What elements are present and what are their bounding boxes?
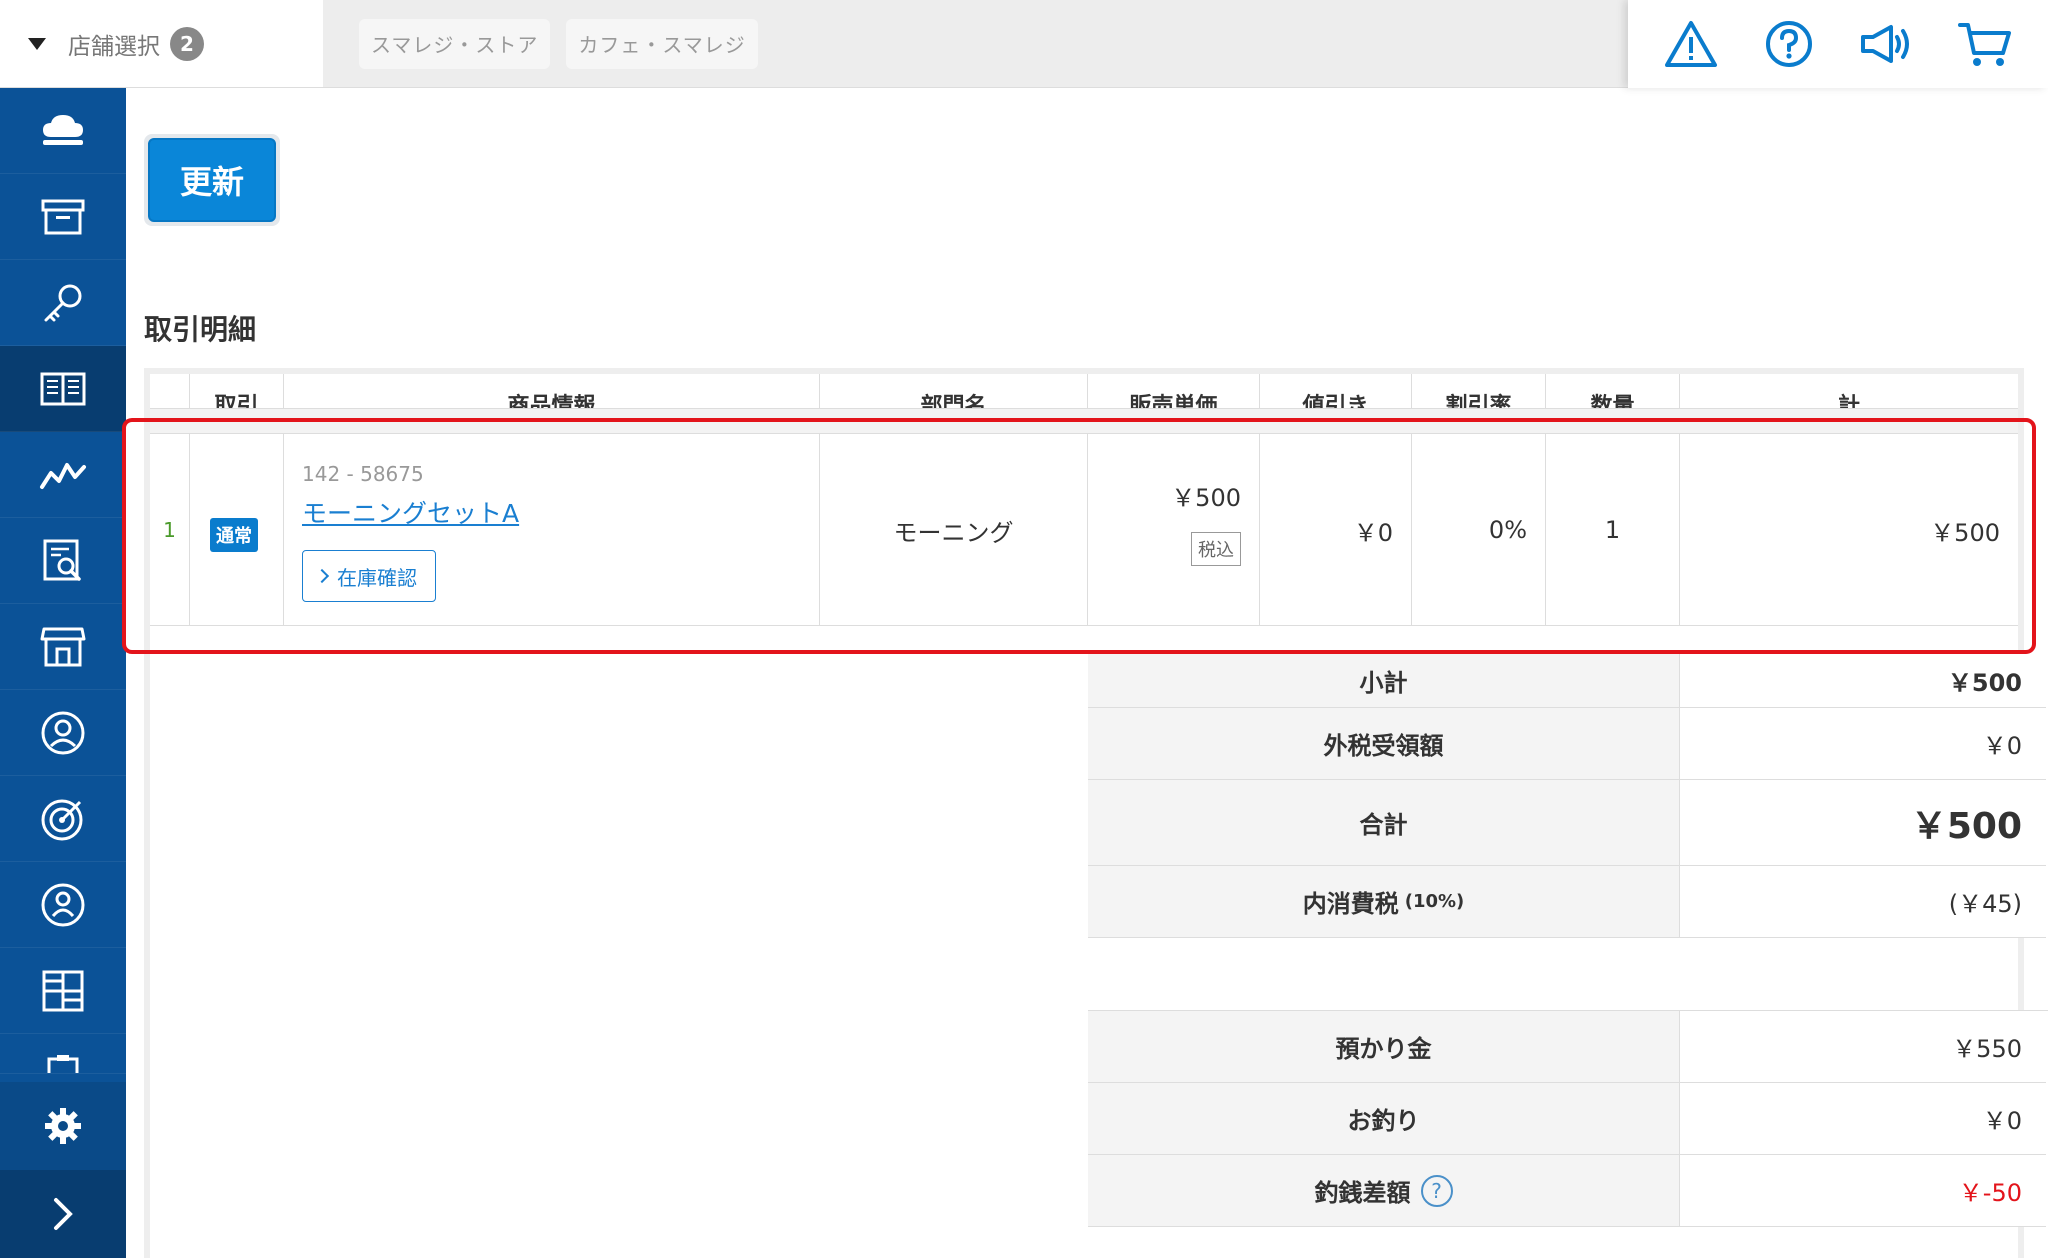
payment-table: 預かり金 ￥550 お釣り ￥0 釣銭差額 ? ￥-50 [1088,1010,2048,1227]
included-tax-rate: (10%) [1404,891,1465,912]
chevron-right-icon [54,1198,73,1230]
row-type-cell: 通常 [190,434,284,626]
store-icon[interactable] [0,604,126,690]
product-code: 142 - 58675 [302,462,424,486]
gear-icon [45,1108,81,1144]
included-tax-value: (￥45) [1680,866,2046,937]
archive-icon[interactable] [0,174,126,260]
store-select[interactable]: 店舗選択 2 [0,0,323,88]
store-tab-store[interactable]: スマレジ・ストア [359,18,551,69]
table-row: 1 通常 142 - 58675 モーニングセットA 在庫確認 モーニング ￥5… [150,434,2018,626]
summary-row-total: 合計 ￥500 [1088,780,2046,866]
report-search-icon[interactable] [0,518,126,604]
summary-row-external-tax: 外税受領額 ￥0 [1088,708,2046,780]
summary-row-subtotal: 小計 ￥500 [1088,654,2046,708]
row-number: 1 [150,434,190,626]
grid-icon[interactable] [0,948,126,1034]
help-icon[interactable] [1759,14,1819,74]
total-value: ￥500 [1680,780,2046,865]
help-icon[interactable]: ? [1420,1174,1453,1207]
refresh-button[interactable]: 更新 [148,138,276,222]
change-value: ￥0 [1680,1083,2046,1154]
payment-row-deposit: 預かり金 ￥550 [1088,1011,2046,1083]
col-department: 部門名 [820,374,1088,408]
tax-included-tag: 税込 [1191,532,1241,566]
col-quantity: 数量 [1546,374,1680,408]
change-diff-value: ￥-50 [1680,1155,2046,1226]
caret-down-icon [28,37,46,50]
cart-icon[interactable] [1955,14,2015,74]
summary-row-included-tax: 内消費税 (10%) (￥45) [1088,866,2046,938]
settings-button[interactable] [0,1082,126,1170]
clipboard-icon[interactable] [0,1034,126,1074]
user-circle-icon[interactable] [0,690,126,776]
store-count-badge: 2 [170,26,204,61]
change-diff-label-wrap: 釣銭差額 ? [1088,1155,1680,1226]
chevron-right-icon [314,568,330,584]
product-name-link[interactable]: モーニングセットA [302,494,519,530]
stock-check-button[interactable]: 在庫確認 [302,550,436,602]
deposit-label: 預かり金 [1088,1011,1680,1082]
warning-icon[interactable] [1661,14,1721,74]
key-icon[interactable] [0,260,126,346]
col-transaction: 取引 [190,374,284,408]
unit-price: ￥500 [1171,484,1241,512]
subtotal-label: 小計 [1088,654,1680,707]
payment-row-change: お釣り ￥0 [1088,1083,2046,1155]
chart-line-icon[interactable] [0,432,126,518]
expand-sidebar-button[interactable] [0,1170,126,1258]
col-total: 計 [1837,394,1860,408]
target-icon[interactable] [0,776,126,862]
change-label: お釣り [1088,1083,1680,1154]
store-select-label: 店舗選択 [68,33,160,60]
transaction-type-badge: 通常 [210,518,258,552]
top-bar: 店舗選択 2 スマレジ・ストア カフェ・スマレジ [0,0,2048,88]
row-total: ￥500 [1930,518,2000,547]
sidebar [0,88,126,1258]
store-tabs: スマレジ・ストア カフェ・スマレジ [323,0,1628,88]
cloud-icon[interactable] [0,88,126,174]
stock-check-label: 在庫確認 [337,565,417,590]
row-discount-rate: 0% [1412,434,1546,626]
row-discount: ￥0 [1260,434,1412,626]
col-product: 商品情報 [284,374,820,408]
col-discount-rate: 割引率 [1412,374,1546,408]
col-number [150,374,190,408]
external-tax-label: 外税受領額 [1088,708,1680,779]
change-diff-label: 釣銭差額 [1314,1179,1411,1207]
row-quantity: 1 [1546,434,1680,626]
refresh-button-wrap: 更新 [144,134,280,226]
col-unit-price: 販売単価 [1088,374,1260,408]
section-title: 取引明細 [144,313,257,346]
row-price-cell: ￥500 税込 [1088,434,1260,626]
book-icon[interactable] [0,346,126,432]
included-tax-label-wrap: 内消費税 (10%) [1088,866,1680,937]
row-department: モーニング [820,434,1088,626]
megaphone-icon[interactable] [1857,14,1917,74]
deposit-value: ￥550 [1680,1011,2046,1082]
row-product-cell: 142 - 58675 モーニングセットA 在庫確認 [284,434,820,626]
col-discount: 値引き [1260,374,1412,408]
table-spacer-row [150,408,2018,434]
payment-row-change-diff: 釣銭差額 ? ￥-50 [1088,1155,2046,1227]
table-header: 取引 商品情報 部門名 販売単価 値引き 割引率 数量 計 [150,374,2018,408]
subtotal-value: ￥500 [1680,654,2046,707]
store-tab-cafe[interactable]: カフェ・スマレジ [566,18,758,69]
member-icon[interactable] [0,862,126,948]
external-tax-value: ￥0 [1680,708,2046,779]
included-tax-label: 内消費税 [1302,890,1399,918]
total-label: 合計 [1088,780,1680,865]
top-icons [1628,0,2048,88]
